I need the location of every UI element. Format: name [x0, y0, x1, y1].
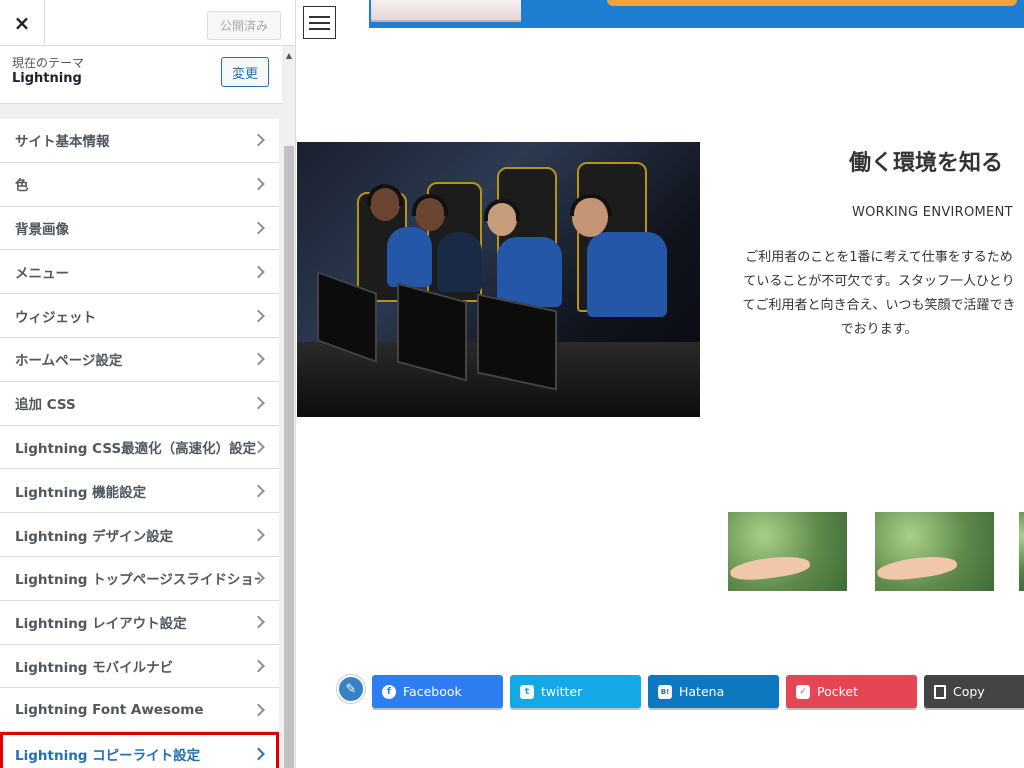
chevron-right-icon — [252, 353, 265, 366]
share-twitter-button[interactable]: t twitter — [510, 675, 641, 708]
share-pocket-button[interactable]: ✓ Pocket — [786, 675, 917, 708]
chevron-right-icon — [252, 221, 265, 235]
close-icon: × — [13, 11, 31, 35]
close-button[interactable]: × — [0, 0, 45, 46]
hamburger-menu-icon[interactable] — [303, 6, 336, 39]
pocket-icon: ✓ — [796, 684, 810, 699]
customizer-sidebar: × 公開済み 現在のテーマ Lightning 変更 ▲ サイト基本情報 色 背… — [0, 0, 296, 768]
menu-item-function-settings[interactable]: Lightning 機能設定 — [0, 469, 279, 514]
published-button[interactable]: 公開済み — [207, 11, 281, 40]
menu-item-additional-css[interactable]: 追加 CSS — [0, 381, 279, 426]
hand-photo-thumbnail[interactable] — [1019, 512, 1024, 591]
twitter-icon: t — [520, 684, 534, 699]
share-facebook-button[interactable]: f Facebook — [372, 675, 503, 708]
chevron-right-icon — [252, 265, 265, 279]
menu-item-copyright-settings[interactable]: Lightning コピーライト設定 — [0, 732, 279, 768]
share-hatena-button[interactable]: B! Hatena — [648, 675, 779, 708]
chevron-right-icon — [252, 659, 265, 673]
header-banner-image — [369, 0, 1024, 28]
chevron-right-icon — [252, 177, 265, 191]
menu-item-menus[interactable]: メニュー — [0, 250, 279, 295]
change-theme-button[interactable]: 変更 — [221, 57, 269, 87]
chevron-right-icon — [252, 703, 265, 717]
chevron-right-icon — [252, 484, 265, 498]
section-description: ご利用者のことを1番に考えて仕事をするため ていることが不可欠です。スタッフ一人… — [742, 250, 1016, 337]
customizer-menu: サイト基本情報 色 背景画像 メニュー ウィジェット ホームページ設定 追加 C… — [0, 119, 279, 768]
scrollbar-thumb[interactable] — [284, 146, 294, 768]
menu-item-homepage-settings[interactable]: ホームページ設定 — [0, 337, 279, 382]
menu-item-design-settings[interactable]: Lightning デザイン設定 — [0, 513, 279, 557]
current-theme-panel: 現在のテーマ Lightning 変更 — [0, 46, 282, 104]
menu-item-font-awesome[interactable]: Lightning Font Awesome — [0, 688, 279, 733]
chevron-right-icon — [252, 309, 265, 322]
copy-icon — [934, 684, 946, 699]
scroll-up-arrow-icon[interactable]: ▲ — [282, 46, 295, 64]
menu-item-widgets[interactable]: ウィジェット — [0, 294, 279, 338]
chevron-right-icon — [252, 615, 265, 629]
section-subheading: WORKING ENVIROMENT — [852, 205, 1013, 220]
current-theme-name: Lightning — [12, 71, 82, 86]
current-theme-label: 現在のテーマ — [12, 56, 85, 70]
menu-item-css-optimize[interactable]: Lightning CSS最適化（高速化）設定 — [0, 425, 279, 470]
section-heading: 働く環境を知る — [849, 151, 1004, 176]
customizer-header: × 公開済み — [0, 0, 295, 46]
menu-item-slideshow[interactable]: Lightning トップページスライドショー — [0, 556, 279, 601]
menu-item-background-image[interactable]: 背景画像 — [0, 206, 279, 251]
hand-photo-thumbnail[interactable] — [728, 512, 847, 591]
hatena-icon: B! — [658, 684, 672, 699]
hand-photo-thumbnail[interactable] — [875, 512, 994, 591]
menu-item-mobile-nav[interactable]: Lightning モバイルナビ — [0, 644, 279, 689]
facebook-icon: f — [382, 684, 396, 699]
chevron-right-icon — [252, 396, 265, 410]
edit-pencil-icon[interactable]: ✎ — [337, 675, 365, 703]
menu-item-site-identity[interactable]: サイト基本情報 — [0, 119, 279, 163]
chevron-right-icon — [252, 747, 265, 760]
share-copy-button[interactable]: Copy — [924, 675, 1024, 708]
working-environment-photo — [297, 142, 700, 417]
sidebar-scrollbar[interactable]: ▲ — [282, 46, 295, 768]
chevron-right-icon — [252, 134, 265, 147]
site-preview: 働く環境を知る WORKING ENVIROMENT ご利用者のことを1番に考え… — [297, 0, 1024, 768]
menu-item-layout-settings[interactable]: Lightning レイアウト設定 — [0, 600, 279, 645]
chevron-right-icon — [252, 528, 265, 541]
menu-item-colors[interactable]: 色 — [0, 162, 279, 207]
